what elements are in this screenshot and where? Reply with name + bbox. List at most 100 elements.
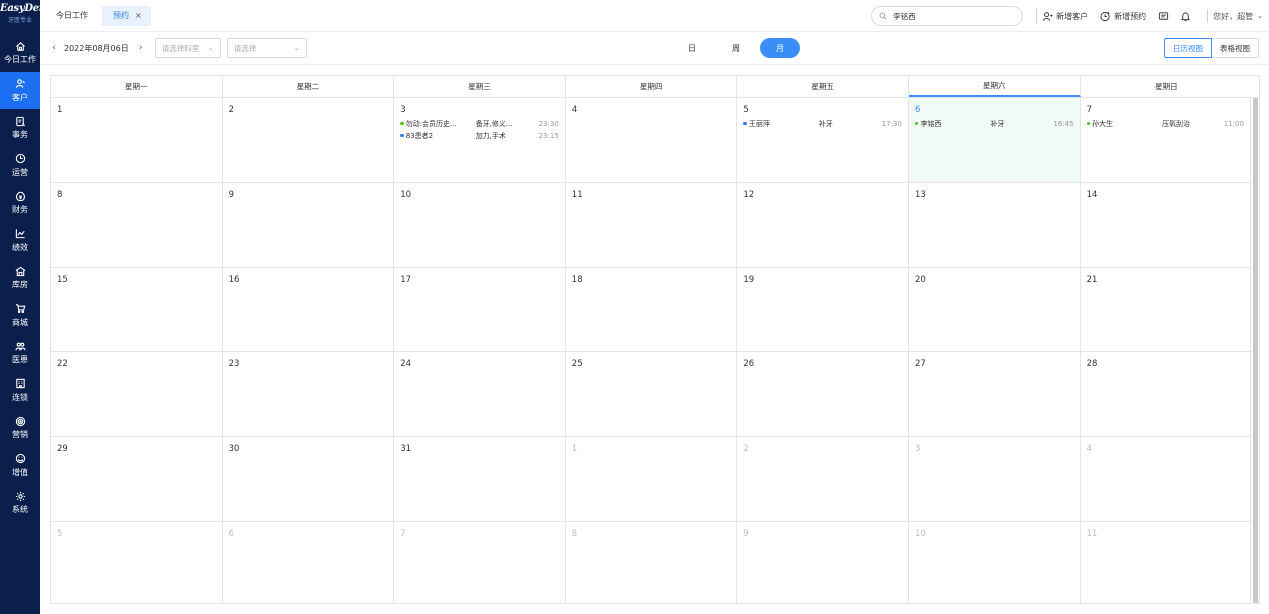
sidebar-item-marketing[interactable]: 营销 [0,409,40,447]
message-button[interactable] [1158,10,1170,22]
calendar-day-cell[interactable]: 19 [737,267,909,352]
calendar-day-cell[interactable]: 13 [909,182,1081,267]
calendar-day-cell[interactable]: 6 李铭西 补牙 16:45 [908,98,1081,182]
appointment-item[interactable]: 83患者2 加力,手术 23:15 [400,130,559,141]
calendar-day-cell[interactable]: 27 [909,352,1081,437]
calendar-day-cell[interactable]: 6 [223,521,395,603]
calendar-day-cell[interactable]: 7 [394,521,566,603]
day-number: 5 [57,528,63,539]
calendar-day-cell[interactable]: 5 [51,521,223,603]
calendar-day-cell[interactable]: 8 [566,521,738,603]
sidebar-item-label: 今日工作 [4,55,36,65]
sidebar-item-task[interactable]: 事务 [0,109,40,147]
tab-appointment[interactable]: 预约 × [102,5,151,26]
close-icon[interactable]: × [135,11,142,20]
calendar-day-cell[interactable]: 5 王丽萍 补牙 17:30 [737,98,909,182]
calendar-view-button[interactable]: 日历视图 [1164,38,1212,58]
department-placeholder: 请选择科室 [161,43,200,53]
search-input[interactable] [893,11,1004,21]
prev-date-button[interactable]: ‹ [50,43,58,53]
search-box[interactable] [871,6,1024,26]
calendar-day-cell[interactable]: 17 [394,267,566,352]
calendar-day-cell[interactable]: 4 [1081,437,1251,521]
view-toggle: 日 周 月 [680,38,800,58]
current-date[interactable]: 2022年08月06日 [64,43,129,54]
scrollbar[interactable] [1253,98,1258,603]
calendar-day-cell[interactable]: 12 [737,182,909,267]
sidebar-item-label: 财务 [12,205,28,215]
calendar-day-cell[interactable]: 7 孙大生 压氧刮治 11:00 [1081,98,1251,182]
calendar-day-cell[interactable]: 10 [394,182,566,267]
sidebar-item-label: 库房 [12,280,28,290]
scrollbar-thumb[interactable] [1253,98,1258,603]
tab-today-work[interactable]: 今日工作 [56,6,88,26]
calendar-day-cell[interactable]: 8 [51,182,223,267]
calendar-day-cell[interactable]: 26 [737,352,909,437]
calendar-day-cell[interactable]: 30 [223,437,395,521]
calendar-day-cell[interactable]: 25 [566,352,738,437]
top-right-actions: 新增客户 新增预约 您好，超管 ⌄ [871,0,1269,32]
user-menu[interactable]: 您好，超管 ⌄ [1213,11,1263,22]
sidebar-item-today[interactable]: 今日工作 [0,34,40,72]
sidebar-item-value-added[interactable]: 增值 [0,447,40,485]
view-mode-switch: 日历视图 表格视图 [1164,38,1259,58]
day-number: 16 [228,274,240,285]
day-number: 6 [228,528,235,539]
department-select[interactable]: 请选择科室 ⌄ [154,38,221,58]
calendar-day-cell[interactable]: 18 [566,267,738,352]
sidebar-item-chain[interactable]: 连锁 [0,372,40,410]
calendar-day-cell[interactable]: 15 [51,267,223,352]
view-month-button[interactable]: 月 [760,38,800,58]
appointment-item[interactable]: 李铭西 补牙 16:45 [914,118,1074,129]
new-appointment-button[interactable]: 新增预约 [1100,11,1146,22]
calendar-day-cell[interactable]: 9 [737,521,909,603]
view-day-button[interactable]: 日 [680,38,704,58]
sidebar-item-performance[interactable]: 绩效 [0,222,40,260]
notification-button[interactable] [1180,10,1192,22]
calendar-day-cell[interactable]: 1 [566,437,738,521]
calendar-day-cell[interactable]: 2 [223,98,395,182]
table-view-button[interactable]: 表格视图 [1212,38,1259,58]
calendar-day-cell[interactable]: 9 [223,182,395,267]
sidebar-item-label: 运营 [12,167,28,177]
calendar-day-cell[interactable]: 20 [909,267,1081,352]
appointment-item[interactable]: 王丽萍 补牙 17:30 [743,118,902,129]
calendar-day-cell[interactable]: 3 [909,437,1081,521]
logo: EasyDent 牙医专业 [0,0,50,34]
day-number: 6 [914,105,921,115]
bell-icon [1180,11,1191,21]
view-week-button[interactable]: 周 [720,38,752,58]
calendar-day-cell[interactable]: 23 [223,352,395,437]
day-number: 1 [57,105,63,115]
calendar-day-cell[interactable]: 10 [909,521,1081,603]
next-date-button[interactable]: › [137,43,145,53]
weekday-header: 星期二 [223,76,395,97]
calendar-day-cell[interactable]: 2 [737,437,909,521]
appointment-item[interactable]: 勿动:会员历史... 备牙,修义... 23:30 [400,118,559,129]
sidebar-item-patient[interactable]: 医患 [0,334,40,372]
calendar-day-cell[interactable]: 29 [51,437,223,521]
day-number: 25 [571,359,583,370]
calendar-day-cell[interactable]: 11 [566,182,738,267]
sidebar-item-warehouse[interactable]: 库房 [0,259,40,297]
sidebar-item-finance[interactable]: 财务 [0,184,40,222]
new-customer-button[interactable]: 新增客户 [1042,11,1088,22]
calendar-day-cell[interactable]: 1 [51,98,223,182]
calendar-day-cell[interactable]: 28 [1081,352,1251,437]
calendar-day-cell[interactable]: 4 [566,98,738,182]
calendar-day-cell[interactable]: 3 勿动:会员历史... 备牙,修义... 23:30 83患者2 加力,手术 23:15 [394,98,566,182]
calendar-day-cell[interactable]: 22 [51,352,223,437]
calendar-day-cell[interactable]: 31 [394,437,566,521]
calendar-day-cell[interactable]: 24 [394,352,566,437]
calendar-day-cell[interactable]: 21 [1081,267,1251,352]
appointment-item[interactable]: 孙大生 压氧刮治 11:00 [1086,118,1244,129]
filter-select[interactable]: 请选择 ⌄ [226,38,307,58]
calendar-day-cell[interactable]: 16 [223,267,395,352]
sidebar-item-operation[interactable]: 运营 [0,147,40,185]
calendar-day-cell[interactable]: 14 [1081,182,1251,267]
sidebar-item-customer[interactable]: 客户 [0,71,40,109]
sidebar-item-system[interactable]: 系统 [0,484,40,522]
appointment-time: 23:15 [538,131,559,140]
calendar-day-cell[interactable]: 11 [1081,521,1251,603]
sidebar-item-mall[interactable]: 商城 [0,297,40,335]
